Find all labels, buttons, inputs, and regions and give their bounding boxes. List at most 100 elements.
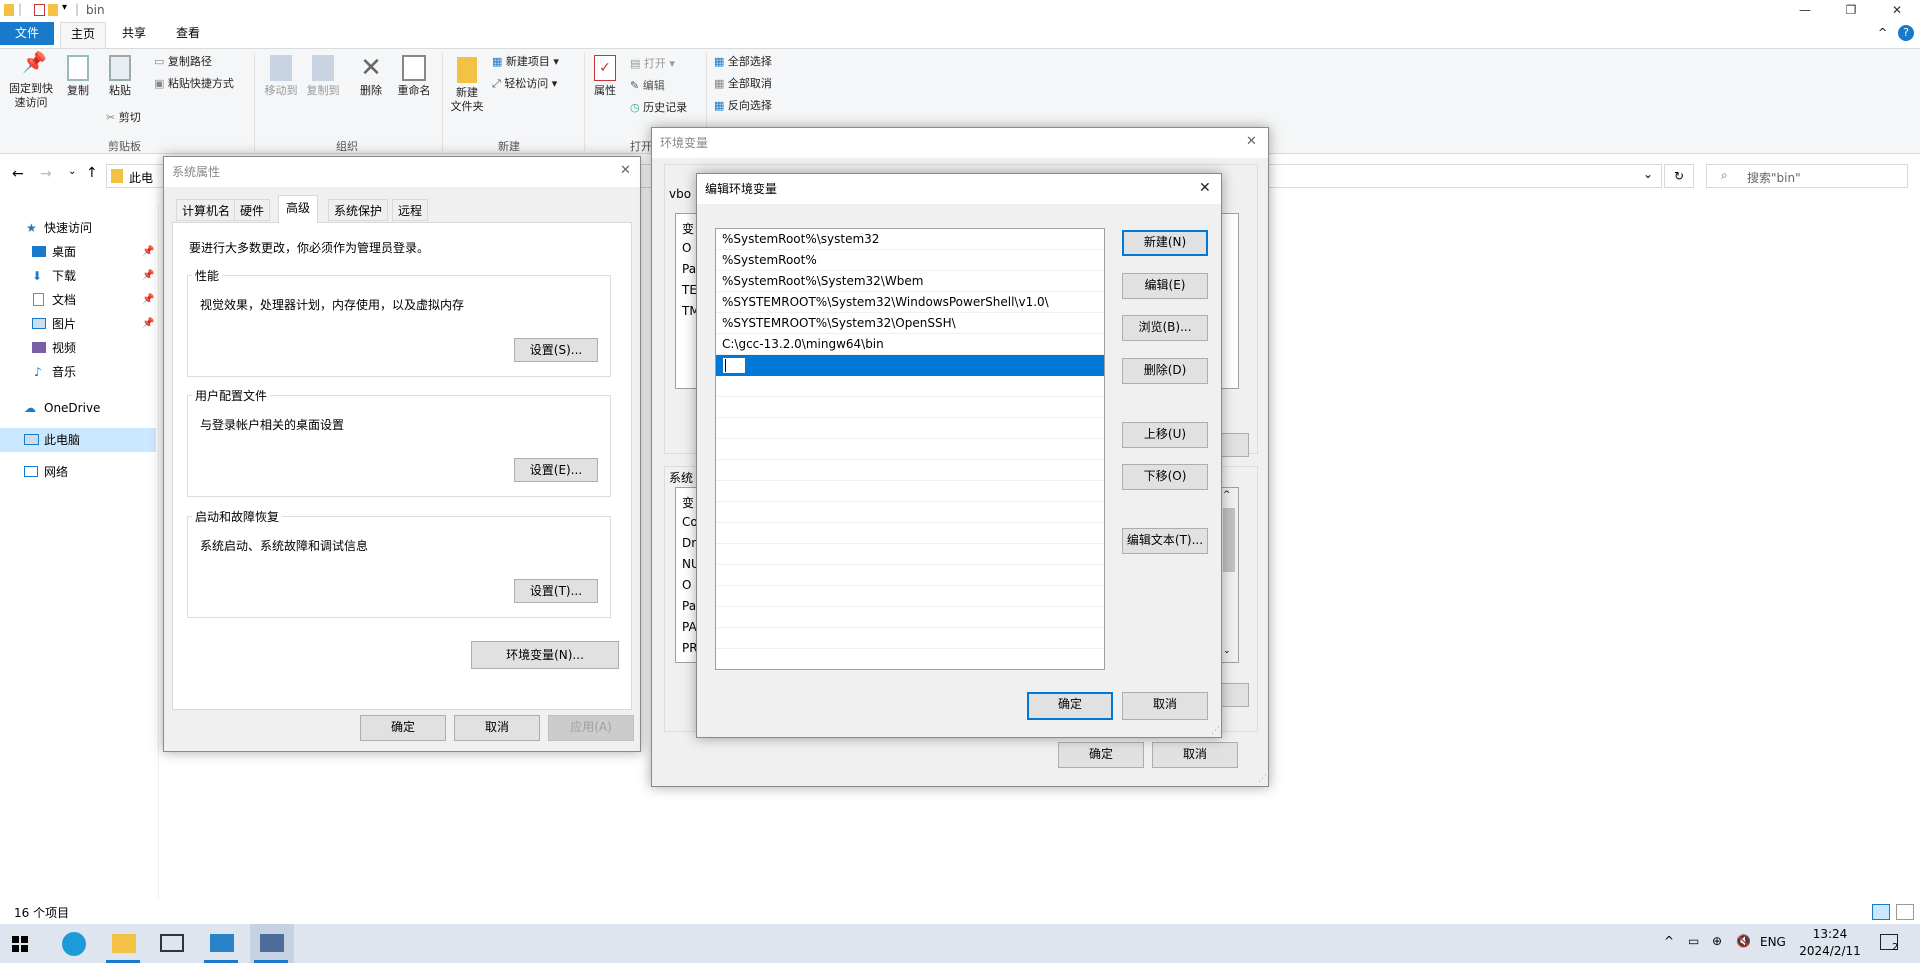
tab-share[interactable]: 共享: [112, 22, 156, 45]
select-none-button[interactable]: ▦ 全部取消: [714, 77, 772, 91]
tab-file[interactable]: 文件: [0, 22, 54, 45]
invert-selection-button[interactable]: ▦ 反向选择: [714, 99, 772, 113]
collapse-ribbon-icon[interactable]: ^: [1878, 26, 1887, 39]
move-up-button[interactable]: 上移(U): [1122, 422, 1208, 448]
resize-grip-icon[interactable]: ⋰: [1211, 726, 1220, 736]
help-icon[interactable]: ?: [1898, 25, 1914, 41]
mail-icon[interactable]: [160, 934, 184, 952]
nav-item-quick-access[interactable]: ★ 快速访问: [0, 216, 156, 240]
tab-advanced[interactable]: 高级: [278, 195, 319, 223]
up-icon[interactable]: ↑: [86, 165, 98, 181]
easy-access-button[interactable]: ⤢ 轻松访问 ▾: [492, 77, 557, 91]
performance-settings-button[interactable]: 设置(S)...: [514, 338, 598, 362]
delete-button[interactable]: ✕ 删除: [354, 55, 388, 98]
new-item-button[interactable]: ▦ 新建项目 ▾: [492, 55, 559, 69]
battery-icon[interactable]: ▭: [1688, 934, 1699, 948]
new-folder-button[interactable]: 新建 文件夹: [448, 57, 486, 114]
new-button[interactable]: 新建(N): [1122, 230, 1208, 256]
clock-date[interactable]: 2024/2/11: [1796, 944, 1864, 958]
ok-button[interactable]: 确定: [360, 715, 446, 741]
scroll-down-icon[interactable]: ⌄: [1223, 646, 1231, 656]
start-button[interactable]: [12, 936, 28, 952]
nav-item-this-pc[interactable]: 此电脑: [0, 428, 156, 452]
new-folder-qat-icon[interactable]: [48, 4, 58, 16]
history-button[interactable]: ◷ 历史记录: [630, 101, 687, 115]
nav-item-music[interactable]: ♪ 音乐: [0, 360, 156, 384]
back-icon[interactable]: ←: [12, 166, 24, 182]
scrollbar[interactable]: ^ ⌄: [1221, 488, 1238, 662]
breadcrumb[interactable]: 此电: [129, 169, 153, 186]
show-hidden-icons-icon[interactable]: ^: [1664, 934, 1674, 948]
tab-computer-name[interactable]: 计算机名: [176, 199, 237, 221]
input-language[interactable]: ENG: [1760, 935, 1786, 949]
forward-icon[interactable]: →: [40, 166, 52, 182]
tab-hardware[interactable]: 硬件: [234, 199, 271, 221]
cancel-button[interactable]: 取消: [1152, 742, 1238, 768]
edit-button[interactable]: ✎ 编辑: [630, 79, 665, 93]
move-down-button[interactable]: 下移(O): [1122, 464, 1208, 490]
cut-button[interactable]: ✂ 剪切: [106, 111, 141, 125]
ok-button[interactable]: 确定: [1058, 742, 1144, 768]
list-item[interactable]: %SystemRoot%\system32: [716, 229, 1104, 250]
environment-variables-button[interactable]: 环境变量(N)...: [471, 641, 619, 669]
path-edit-input[interactable]: [722, 357, 746, 374]
details-view-icon[interactable]: [1872, 904, 1890, 920]
tab-system-protection[interactable]: 系统保护: [328, 199, 389, 221]
paste-button[interactable]: 粘贴: [104, 55, 136, 98]
move-to-button[interactable]: 移动到: [262, 55, 300, 98]
properties-qat-icon[interactable]: [34, 4, 45, 16]
select-all-button[interactable]: ▦ 全部选择: [714, 55, 772, 69]
rename-button[interactable]: 重命名: [394, 55, 434, 98]
nav-item-documents[interactable]: 文档 📌: [0, 288, 156, 312]
edit-button[interactable]: 编辑(E): [1122, 273, 1208, 299]
list-item[interactable]: %SystemRoot%: [716, 250, 1104, 271]
nav-item-network[interactable]: 网络: [0, 460, 156, 484]
minimize-button[interactable]: —: [1782, 0, 1828, 22]
copy-button[interactable]: 复制: [62, 55, 94, 98]
pin-quick-access-button[interactable]: 📌 固定到快 速访问: [6, 52, 56, 110]
properties-button[interactable]: ✓ 属性: [590, 55, 620, 98]
resize-grip-icon[interactable]: ⋰: [1258, 774, 1267, 784]
browse-button[interactable]: 浏览(B)...: [1122, 315, 1208, 341]
close-icon[interactable]: ✕: [620, 163, 631, 178]
scroll-thumb[interactable]: [1223, 508, 1235, 572]
qat-dropdown-icon[interactable]: ▾: [62, 2, 67, 13]
file-explorer-icon[interactable]: [112, 934, 136, 953]
nav-item-videos[interactable]: 视频: [0, 336, 156, 360]
search-input[interactable]: ⌕ 搜索"bin": [1706, 164, 1908, 188]
address-dropdown-icon[interactable]: ⌄: [1643, 167, 1653, 181]
close-icon[interactable]: ✕: [1246, 134, 1257, 149]
restore-button[interactable]: ❐: [1828, 0, 1874, 22]
control-panel-icon[interactable]: [210, 934, 234, 952]
nav-item-pictures[interactable]: 图片 📌: [0, 312, 156, 336]
scroll-up-icon[interactable]: ^: [1223, 490, 1231, 500]
refresh-button[interactable]: ↻: [1664, 164, 1694, 188]
network-icon[interactable]: ⊕: [1712, 934, 1722, 948]
tab-home[interactable]: 主页: [60, 22, 107, 49]
delete-button[interactable]: 删除(D): [1122, 358, 1208, 384]
tab-view[interactable]: 查看: [166, 22, 210, 45]
close-button[interactable]: ✕: [1874, 0, 1920, 22]
cancel-button[interactable]: 取消: [454, 715, 540, 741]
list-item[interactable]: %SYSTEMROOT%\System32\WindowsPowerShell\…: [716, 292, 1104, 313]
startup-recovery-settings-button[interactable]: 设置(T)...: [514, 579, 598, 603]
nav-item-downloads[interactable]: ⬇ 下载 📌: [0, 264, 156, 288]
large-icons-view-icon[interactable]: [1896, 904, 1914, 920]
paste-shortcut-button[interactable]: ▣ 粘贴快捷方式: [154, 77, 234, 91]
list-item-selected[interactable]: [716, 355, 1104, 376]
list-item[interactable]: %SystemRoot%\System32\Wbem: [716, 271, 1104, 292]
copy-path-button[interactable]: ▭ 复制路径: [154, 55, 212, 69]
list-item[interactable]: %SYSTEMROOT%\System32\OpenSSH\: [716, 313, 1104, 334]
volume-muted-icon[interactable]: 🔇: [1736, 934, 1751, 948]
edge-icon[interactable]: [62, 932, 86, 956]
recent-dropdown-icon[interactable]: ⌄: [68, 166, 76, 177]
system-properties-icon[interactable]: [260, 934, 284, 952]
list-item[interactable]: C:\gcc-13.2.0\mingw64\bin: [716, 334, 1104, 355]
close-icon[interactable]: ✕: [1199, 180, 1211, 196]
copy-to-button[interactable]: 复制到: [304, 55, 342, 98]
tab-remote[interactable]: 远程: [392, 199, 429, 221]
nav-item-desktop[interactable]: 桌面 📌: [0, 240, 156, 264]
clock-time[interactable]: 13:24: [1800, 927, 1860, 941]
nav-item-onedrive[interactable]: ☁ OneDrive: [0, 396, 156, 420]
open-button[interactable]: ▤ 打开 ▾: [630, 57, 675, 71]
